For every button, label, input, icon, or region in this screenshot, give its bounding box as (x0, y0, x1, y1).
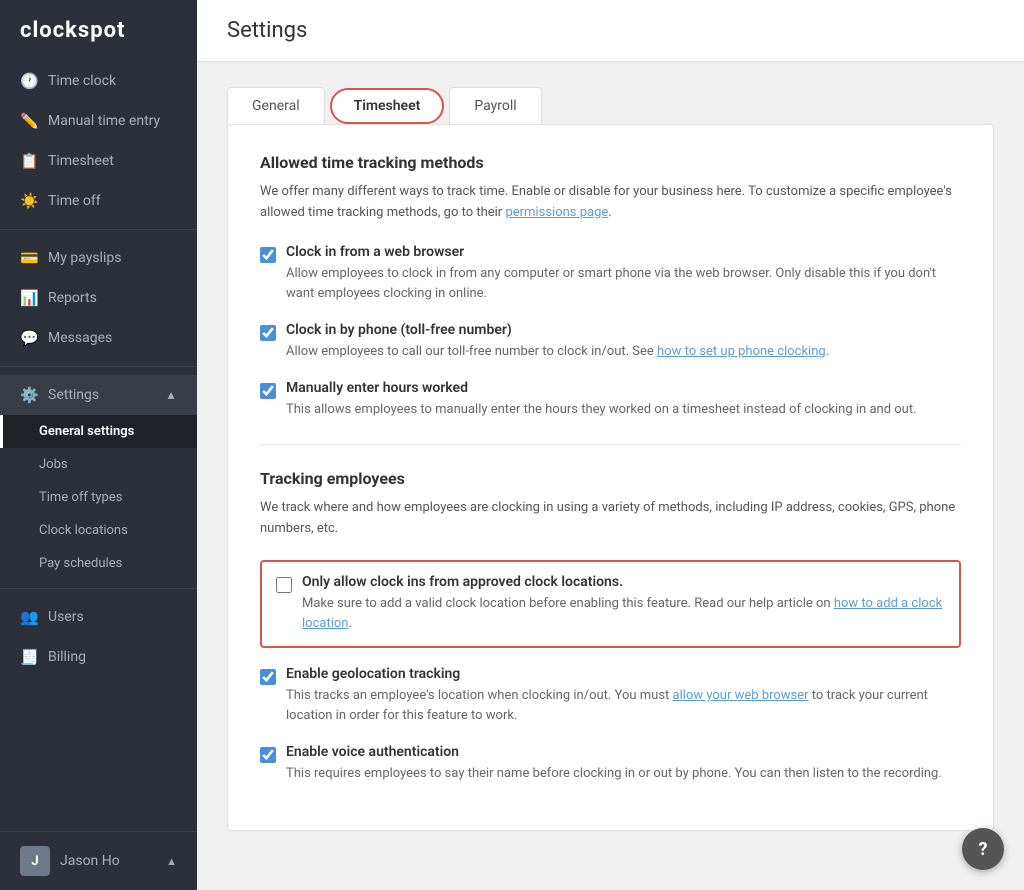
billing-icon: 🧾 (20, 648, 38, 666)
user-info: J Jason Ho (20, 846, 120, 876)
settings-chevron-icon: ▲ (165, 388, 177, 402)
nav-divider-3 (0, 588, 197, 589)
time-clock-icon: 🕐 (20, 72, 38, 90)
checkbox-manual-hours[interactable] (260, 383, 276, 399)
page-header: Settings (197, 0, 1024, 62)
phone-clocking-link[interactable]: how to set up phone clocking (657, 344, 826, 359)
sidebar-item-billing[interactable]: 🧾 Billing (0, 637, 197, 677)
checkbox-voice-auth[interactable] (260, 747, 276, 763)
sidebar-item-general-settings[interactable]: General settings (0, 415, 197, 448)
sidebar-item-messages[interactable]: 💬 Messages (0, 318, 197, 358)
option-voice-auth-desc: This requires employees to say their nam… (286, 764, 942, 784)
clock-location-link[interactable]: how to add a clock location (302, 596, 942, 631)
checkbox-clock-web[interactable] (260, 247, 276, 263)
tab-payroll[interactable]: Payroll (449, 87, 541, 124)
primary-nav: 🕐 Time clock ✏️ Manual time entry 📋 Time… (0, 61, 197, 221)
web-browser-link[interactable]: allow your web browser (673, 688, 809, 703)
settings-icon: ⚙️ (20, 386, 38, 404)
sidebar-item-time-off-types[interactable]: Time off types (0, 481, 197, 514)
settings-submenu: General settings Jobs Time off types Clo… (0, 415, 197, 580)
checkbox-clock-phone[interactable] (260, 325, 276, 341)
sidebar-item-jobs[interactable]: Jobs (0, 448, 197, 481)
option-voice-auth: Enable voice authentication This require… (260, 744, 961, 784)
option-geolocation-desc: This tracks an employee's location when … (286, 686, 961, 726)
tab-timesheet[interactable]: Timesheet (330, 88, 445, 124)
sidebar-item-settings[interactable]: ⚙️ Settings ▲ (0, 375, 197, 415)
sidebar-item-timesheet[interactable]: 📋 Timesheet (0, 141, 197, 181)
tracking-employees-desc: We track where and how employees are clo… (260, 498, 961, 540)
option-approved-locations-desc: Make sure to add a valid clock location … (302, 594, 945, 634)
user-chevron-icon: ▲ (166, 855, 177, 868)
username: Jason Ho (60, 853, 120, 869)
time-off-icon: ☀️ (20, 192, 38, 210)
option-approved-locations-label: Only allow clock ins from approved clock… (302, 574, 945, 590)
sidebar-item-clock-locations[interactable]: Clock locations (0, 514, 197, 547)
users-icon: 👥 (20, 608, 38, 626)
main-content: Settings General Timesheet Payroll Allow… (197, 0, 1024, 890)
checkbox-geolocation[interactable] (260, 669, 276, 685)
permissions-link[interactable]: permissions page (505, 205, 608, 220)
sidebar-item-time-off[interactable]: ☀️ Time off (0, 181, 197, 221)
page-title: Settings (227, 18, 994, 43)
option-approved-locations: Only allow clock ins from approved clock… (276, 574, 945, 634)
option-manual-hours-desc: This allows employees to manually enter … (286, 400, 917, 420)
payslips-icon: 💳 (20, 249, 38, 267)
option-clock-phone: Clock in by phone (toll-free number) All… (260, 322, 961, 362)
sidebar: clockspot 🕐 Time clock ✏️ Manual time en… (0, 0, 197, 890)
edit-icon: ✏️ (20, 112, 38, 130)
reports-icon: 📊 (20, 289, 38, 307)
sidebar-item-pay-schedules[interactable]: Pay schedules (0, 547, 197, 580)
sidebar-item-time-clock[interactable]: 🕐 Time clock (0, 61, 197, 101)
option-clock-web-desc: Allow employees to clock in from any com… (286, 264, 961, 304)
timesheet-icon: 📋 (20, 152, 38, 170)
user-profile[interactable]: J Jason Ho ▲ (0, 831, 197, 890)
allowed-tracking-section: Allowed time tracking methods We offer m… (260, 153, 961, 420)
option-voice-auth-label: Enable voice authentication (286, 744, 942, 760)
app-logo[interactable]: clockspot (0, 0, 197, 61)
option-geolocation-label: Enable geolocation tracking (286, 666, 961, 682)
nav-divider-2 (0, 366, 197, 367)
option-clock-phone-desc: Allow employees to call our toll-free nu… (286, 342, 829, 362)
allowed-tracking-desc: We offer many different ways to track ti… (260, 182, 961, 224)
sidebar-item-users[interactable]: 👥 Users (0, 597, 197, 637)
help-button[interactable]: ? (962, 828, 1004, 870)
option-clock-web: Clock in from a web browser Allow employ… (260, 244, 961, 304)
sidebar-item-reports[interactable]: 📊 Reports (0, 278, 197, 318)
option-manual-hours: Manually enter hours worked This allows … (260, 380, 961, 420)
option-geolocation: Enable geolocation tracking This tracks … (260, 666, 961, 726)
checkbox-approved-locations[interactable] (276, 577, 292, 593)
sidebar-item-my-payslips[interactable]: 💳 My payslips (0, 238, 197, 278)
section-divider (260, 444, 961, 445)
secondary-nav: 💳 My payslips 📊 Reports 💬 Messages (0, 238, 197, 358)
messages-icon: 💬 (20, 329, 38, 347)
allowed-tracking-title: Allowed time tracking methods (260, 153, 961, 172)
option-manual-hours-label: Manually enter hours worked (286, 380, 917, 396)
content-area: General Timesheet Payroll Allowed time t… (197, 62, 1024, 890)
tab-general[interactable]: General (227, 87, 325, 124)
option-approved-locations-wrapper: Only allow clock ins from approved clock… (260, 560, 961, 648)
settings-card: Allowed time tracking methods We offer m… (227, 124, 994, 831)
option-clock-web-label: Clock in from a web browser (286, 244, 961, 260)
option-clock-phone-label: Clock in by phone (toll-free number) (286, 322, 829, 338)
nav-divider-1 (0, 229, 197, 230)
tracking-employees-title: Tracking employees (260, 469, 961, 488)
avatar: J (20, 846, 50, 876)
sidebar-item-manual-time-entry[interactable]: ✏️ Manual time entry (0, 101, 197, 141)
settings-tabs: General Timesheet Payroll (227, 86, 994, 124)
tracking-employees-section: Tracking employees We track where and ho… (260, 469, 961, 784)
